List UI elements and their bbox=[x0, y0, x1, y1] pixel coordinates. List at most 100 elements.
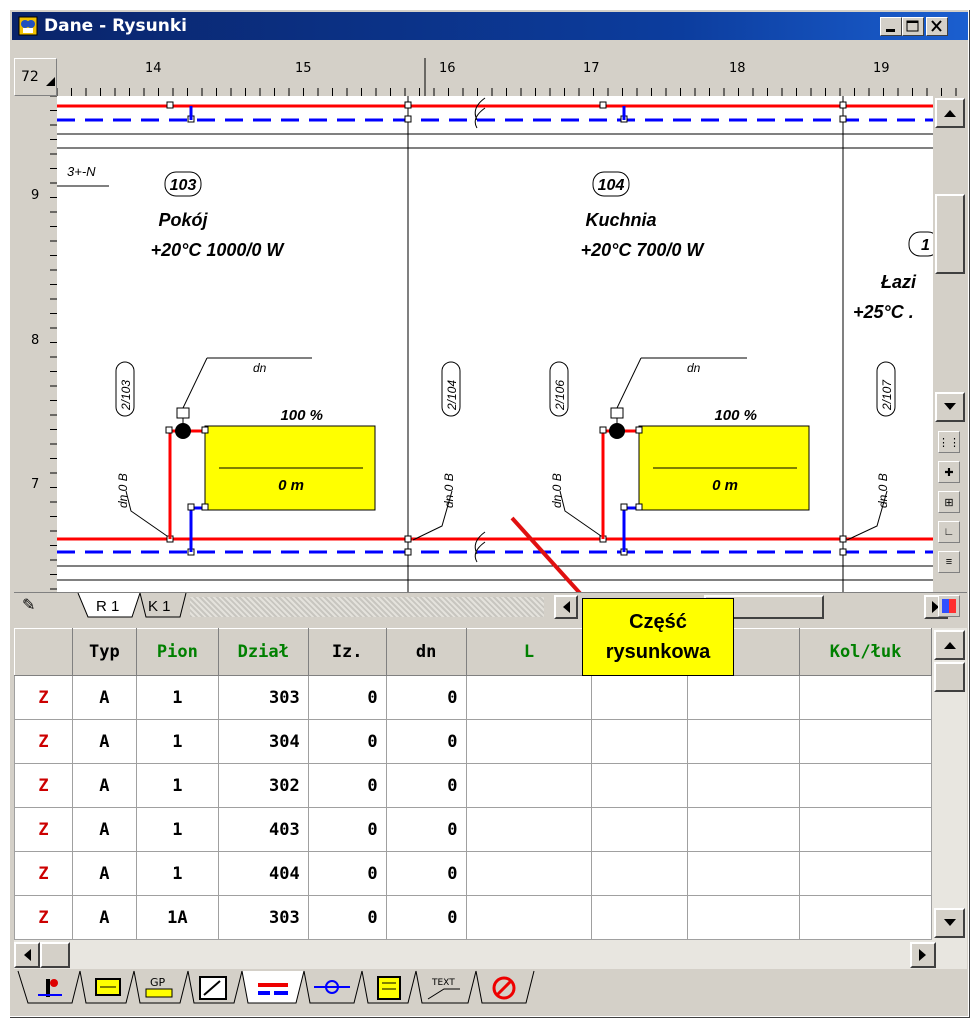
scroll-thumb[interactable] bbox=[935, 194, 965, 274]
table-cell[interactable]: 404 bbox=[217, 851, 309, 896]
table-cell[interactable] bbox=[799, 895, 932, 940]
column-header[interactable]: Pion bbox=[135, 628, 219, 676]
table-cell[interactable]: 1 bbox=[135, 851, 219, 896]
table-cell[interactable]: 0 bbox=[385, 719, 467, 764]
table-cell[interactable] bbox=[591, 851, 689, 896]
scroll-down-button[interactable] bbox=[935, 392, 965, 422]
table-cell[interactable]: 403 bbox=[217, 807, 309, 852]
scroll-up-button[interactable] bbox=[935, 98, 965, 128]
table-cell[interactable] bbox=[687, 895, 801, 940]
layers-icon[interactable]: ≡ bbox=[938, 551, 960, 573]
table-cell[interactable] bbox=[591, 895, 689, 940]
drawing-vertical-scrollbar[interactable] bbox=[933, 96, 967, 592]
table-cell[interactable] bbox=[687, 719, 801, 764]
scroll-down-button[interactable] bbox=[934, 908, 965, 938]
table-cell[interactable]: A bbox=[71, 675, 137, 720]
scroll-left-button[interactable] bbox=[554, 595, 578, 619]
table-cell[interactable] bbox=[799, 851, 932, 896]
row-status-cell[interactable]: Z bbox=[14, 675, 73, 720]
table-cell[interactable] bbox=[591, 675, 689, 720]
column-header[interactable]: L bbox=[465, 628, 593, 676]
table-cell[interactable]: 1 bbox=[135, 719, 219, 764]
table-cell[interactable] bbox=[799, 675, 932, 720]
snap-icon[interactable]: ✚ bbox=[938, 461, 960, 483]
table-cell[interactable] bbox=[799, 719, 932, 764]
table-row[interactable]: Z A 1 403 0 0 bbox=[14, 807, 932, 852]
table-cell[interactable] bbox=[591, 719, 689, 764]
maximize-button[interactable] bbox=[902, 17, 924, 36]
scroll-thumb[interactable] bbox=[40, 942, 70, 968]
table-row[interactable]: Z A 1A 303 0 0 bbox=[14, 895, 932, 940]
table-cell[interactable] bbox=[465, 807, 593, 852]
scroll-up-button[interactable] bbox=[934, 630, 965, 660]
table-cell[interactable]: 1 bbox=[135, 763, 219, 808]
table-cell[interactable]: 0 bbox=[385, 675, 467, 720]
table-cell[interactable] bbox=[465, 719, 593, 764]
table-cell[interactable] bbox=[465, 851, 593, 896]
column-header[interactable] bbox=[14, 628, 73, 676]
table-cell[interactable] bbox=[465, 763, 593, 808]
table-cell[interactable]: A bbox=[71, 895, 137, 940]
table-cell[interactable]: 304 bbox=[217, 719, 309, 764]
grid-horizontal-scrollbar[interactable] bbox=[14, 940, 967, 969]
table-cell[interactable]: A bbox=[71, 763, 137, 808]
table-cell[interactable] bbox=[465, 675, 593, 720]
table-cell[interactable] bbox=[591, 807, 689, 852]
color-split-icon[interactable] bbox=[938, 595, 960, 617]
table-cell[interactable]: 0 bbox=[307, 763, 387, 808]
row-status-cell[interactable]: Z bbox=[14, 719, 73, 764]
zoom-indicator[interactable]: 72 bbox=[14, 58, 57, 96]
table-cell[interactable]: 1 bbox=[135, 675, 219, 720]
minimize-button[interactable] bbox=[880, 17, 902, 36]
table-cell[interactable]: 0 bbox=[307, 807, 387, 852]
table-cell[interactable]: 1 bbox=[135, 807, 219, 852]
table-cell[interactable]: 303 bbox=[217, 675, 309, 720]
table-cell[interactable]: 302 bbox=[217, 763, 309, 808]
table-row[interactable]: Z A 1 302 0 0 bbox=[14, 763, 932, 808]
drawing-canvas[interactable]: 3+-N 103 Pokój +20°C 1000/0 W 104 Kuchni… bbox=[57, 96, 933, 592]
table-row[interactable]: Z A 1 304 0 0 bbox=[14, 719, 932, 764]
table-cell[interactable] bbox=[687, 763, 801, 808]
dimension-icon[interactable]: ∟ bbox=[938, 521, 960, 543]
table-row[interactable]: Z A 1 303 0 0 bbox=[14, 675, 932, 720]
grid-vertical-scrollbar[interactable] bbox=[932, 628, 967, 940]
row-status-cell[interactable]: Z bbox=[14, 807, 73, 852]
column-header[interactable]: Kol/łuk bbox=[799, 628, 932, 676]
table-cell[interactable]: 0 bbox=[307, 719, 387, 764]
table-cell[interactable]: 0 bbox=[385, 895, 467, 940]
scroll-left-button[interactable] bbox=[14, 942, 40, 968]
insert-icon[interactable]: ⊞ bbox=[938, 491, 960, 513]
table-cell[interactable] bbox=[687, 851, 801, 896]
scroll-thumb[interactable] bbox=[934, 662, 965, 692]
table-cell[interactable]: 1A bbox=[135, 895, 219, 940]
table-cell[interactable] bbox=[591, 763, 689, 808]
table-cell[interactable] bbox=[465, 895, 593, 940]
column-header[interactable]: dn bbox=[385, 628, 467, 676]
table-cell[interactable]: A bbox=[71, 719, 137, 764]
table-cell[interactable]: 0 bbox=[307, 675, 387, 720]
grid-dots-icon[interactable]: ⋮⋮ bbox=[938, 431, 960, 453]
table-cell[interactable]: A bbox=[71, 851, 137, 896]
table-cell[interactable]: 0 bbox=[307, 851, 387, 896]
title-bar[interactable]: Dane - Rysunki bbox=[12, 12, 968, 40]
row-status-cell[interactable]: Z bbox=[14, 851, 73, 896]
table-cell[interactable] bbox=[687, 675, 801, 720]
table-cell[interactable] bbox=[687, 807, 801, 852]
table-cell[interactable]: 0 bbox=[307, 895, 387, 940]
column-header[interactable]: Iz. bbox=[307, 628, 387, 676]
table-cell[interactable]: 0 bbox=[385, 763, 467, 808]
table-row[interactable]: Z A 1 404 0 0 bbox=[14, 851, 932, 896]
scroll-right-button[interactable] bbox=[910, 942, 936, 968]
column-header[interactable]: Typ bbox=[71, 628, 137, 676]
table-cell[interactable] bbox=[799, 807, 932, 852]
close-button[interactable] bbox=[926, 17, 948, 36]
table-cell[interactable]: 0 bbox=[385, 851, 467, 896]
row-status-cell[interactable]: Z bbox=[14, 895, 73, 940]
table-cell[interactable]: 303 bbox=[217, 895, 309, 940]
table-cell[interactable]: 0 bbox=[385, 807, 467, 852]
table-cell[interactable] bbox=[799, 763, 932, 808]
sheet-icon[interactable]: ✎ bbox=[22, 595, 48, 617]
column-header[interactable]: Dział bbox=[217, 628, 309, 676]
row-status-cell[interactable]: Z bbox=[14, 763, 73, 808]
table-cell[interactable]: A bbox=[71, 807, 137, 852]
